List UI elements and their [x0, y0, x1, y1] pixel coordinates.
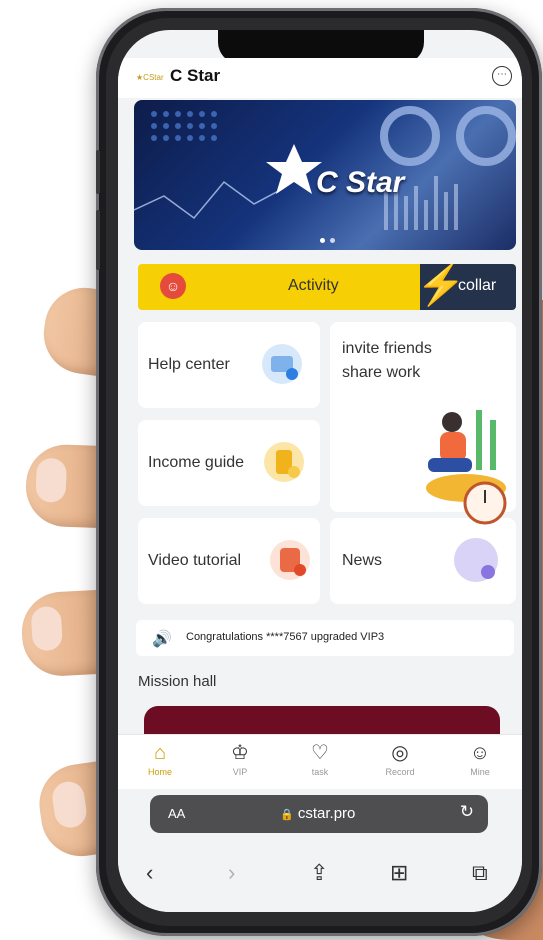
record-icon: ◎ [391, 742, 409, 764]
app-title: C Star [170, 66, 221, 85]
news-card[interactable]: News [330, 481, 516, 604]
help-center-icon [262, 344, 302, 384]
home-icon: ⌂ [153, 742, 167, 764]
banner-carousel[interactable]: C Star [134, 100, 516, 250]
reload-icon[interactable]: ↻ [460, 802, 474, 822]
announcement-text: Congratulations ****7567 upgraded VIP3 [186, 631, 385, 643]
activity-bar[interactable]: ☺ Activity ⚡ collar [138, 264, 516, 310]
side-button [96, 210, 100, 270]
video-tutorial-card[interactable]: Video tutorial [138, 518, 320, 604]
tab-home[interactable]: ⌂ Home [130, 741, 190, 777]
video-tutorial-label: Video tutorial [148, 552, 242, 569]
news-label: News [342, 552, 383, 569]
banner-title: C Star [316, 166, 405, 199]
invite-friends-label: invite friends [342, 340, 432, 357]
tab-record[interactable]: ◎ Record [370, 741, 430, 777]
income-guide-card[interactable]: Income guide [138, 420, 320, 506]
carousel-dot[interactable] [330, 238, 335, 243]
announcement-bar: 🔊 Congratulations ****7567 upgraded VIP3 [136, 620, 514, 656]
task-icon: ♡ [311, 742, 329, 764]
browser-toolbar: ‹ › ⇪ ⊞ ⧉ [118, 840, 522, 912]
chat-bubble-icon[interactable]: ⋯ [492, 66, 512, 86]
forward-icon[interactable]: › [228, 860, 235, 886]
income-guide-label: Income guide [148, 454, 245, 471]
profile-icon: ☺ [469, 742, 491, 764]
share-icon[interactable]: ⇪ [310, 860, 328, 886]
activity-badge-icon: ☺ [160, 273, 186, 299]
lock-icon: 🔒 [280, 809, 294, 821]
url-label: cstar.pro [297, 805, 356, 822]
tab-label: Home [147, 767, 172, 777]
carousel-dot[interactable] [320, 238, 325, 243]
app-header: ★CStar C Star ⋯ [118, 58, 522, 98]
tab-label: VIP [232, 767, 248, 777]
bottom-tab-bar: ⌂ Home ♔ VIP ♡ task ◎ Record ☺ Mine [118, 734, 522, 789]
reader-settings-button[interactable]: AA [168, 806, 185, 821]
back-icon[interactable]: ‹ [146, 860, 153, 886]
side-button [96, 150, 100, 194]
tab-vip[interactable]: ♔ VIP [210, 741, 270, 777]
tab-mine[interactable]: ☺ Mine [450, 741, 510, 777]
tab-label: Record [385, 767, 415, 777]
bookmarks-icon[interactable]: ⊞ [390, 860, 408, 886]
browser-address-bar[interactable]: AA 🔒 cstar.pro ↻ [150, 795, 488, 833]
help-center-label: Help center [148, 356, 230, 373]
tabs-icon[interactable]: ⧉ [472, 860, 488, 886]
speaker-icon: 🔊 [152, 631, 172, 648]
url-text: 🔒 cstar.pro [280, 805, 355, 822]
collar-label: collar [458, 277, 497, 294]
phone-screen: ★CStar C Star ⋯ C Star ☺ Activity ⚡ coll… [118, 30, 522, 912]
share-work-label: share work [342, 364, 421, 381]
income-guide-icon [264, 442, 304, 482]
app-logo: ★CStar [136, 73, 164, 82]
tab-label: Mine [470, 767, 490, 777]
crown-icon: ♔ [231, 742, 249, 764]
collar-button[interactable]: ⚡ collar [416, 264, 516, 310]
mission-hall-title: Mission hall [138, 673, 217, 690]
alarm-clock-icon [463, 481, 507, 525]
help-center-card[interactable]: Help center [138, 322, 320, 408]
news-icon [454, 538, 498, 582]
tab-label: task [311, 767, 329, 777]
video-tutorial-icon [270, 540, 310, 580]
tab-task[interactable]: ♡ task [290, 741, 350, 777]
activity-label: Activity [288, 277, 339, 294]
